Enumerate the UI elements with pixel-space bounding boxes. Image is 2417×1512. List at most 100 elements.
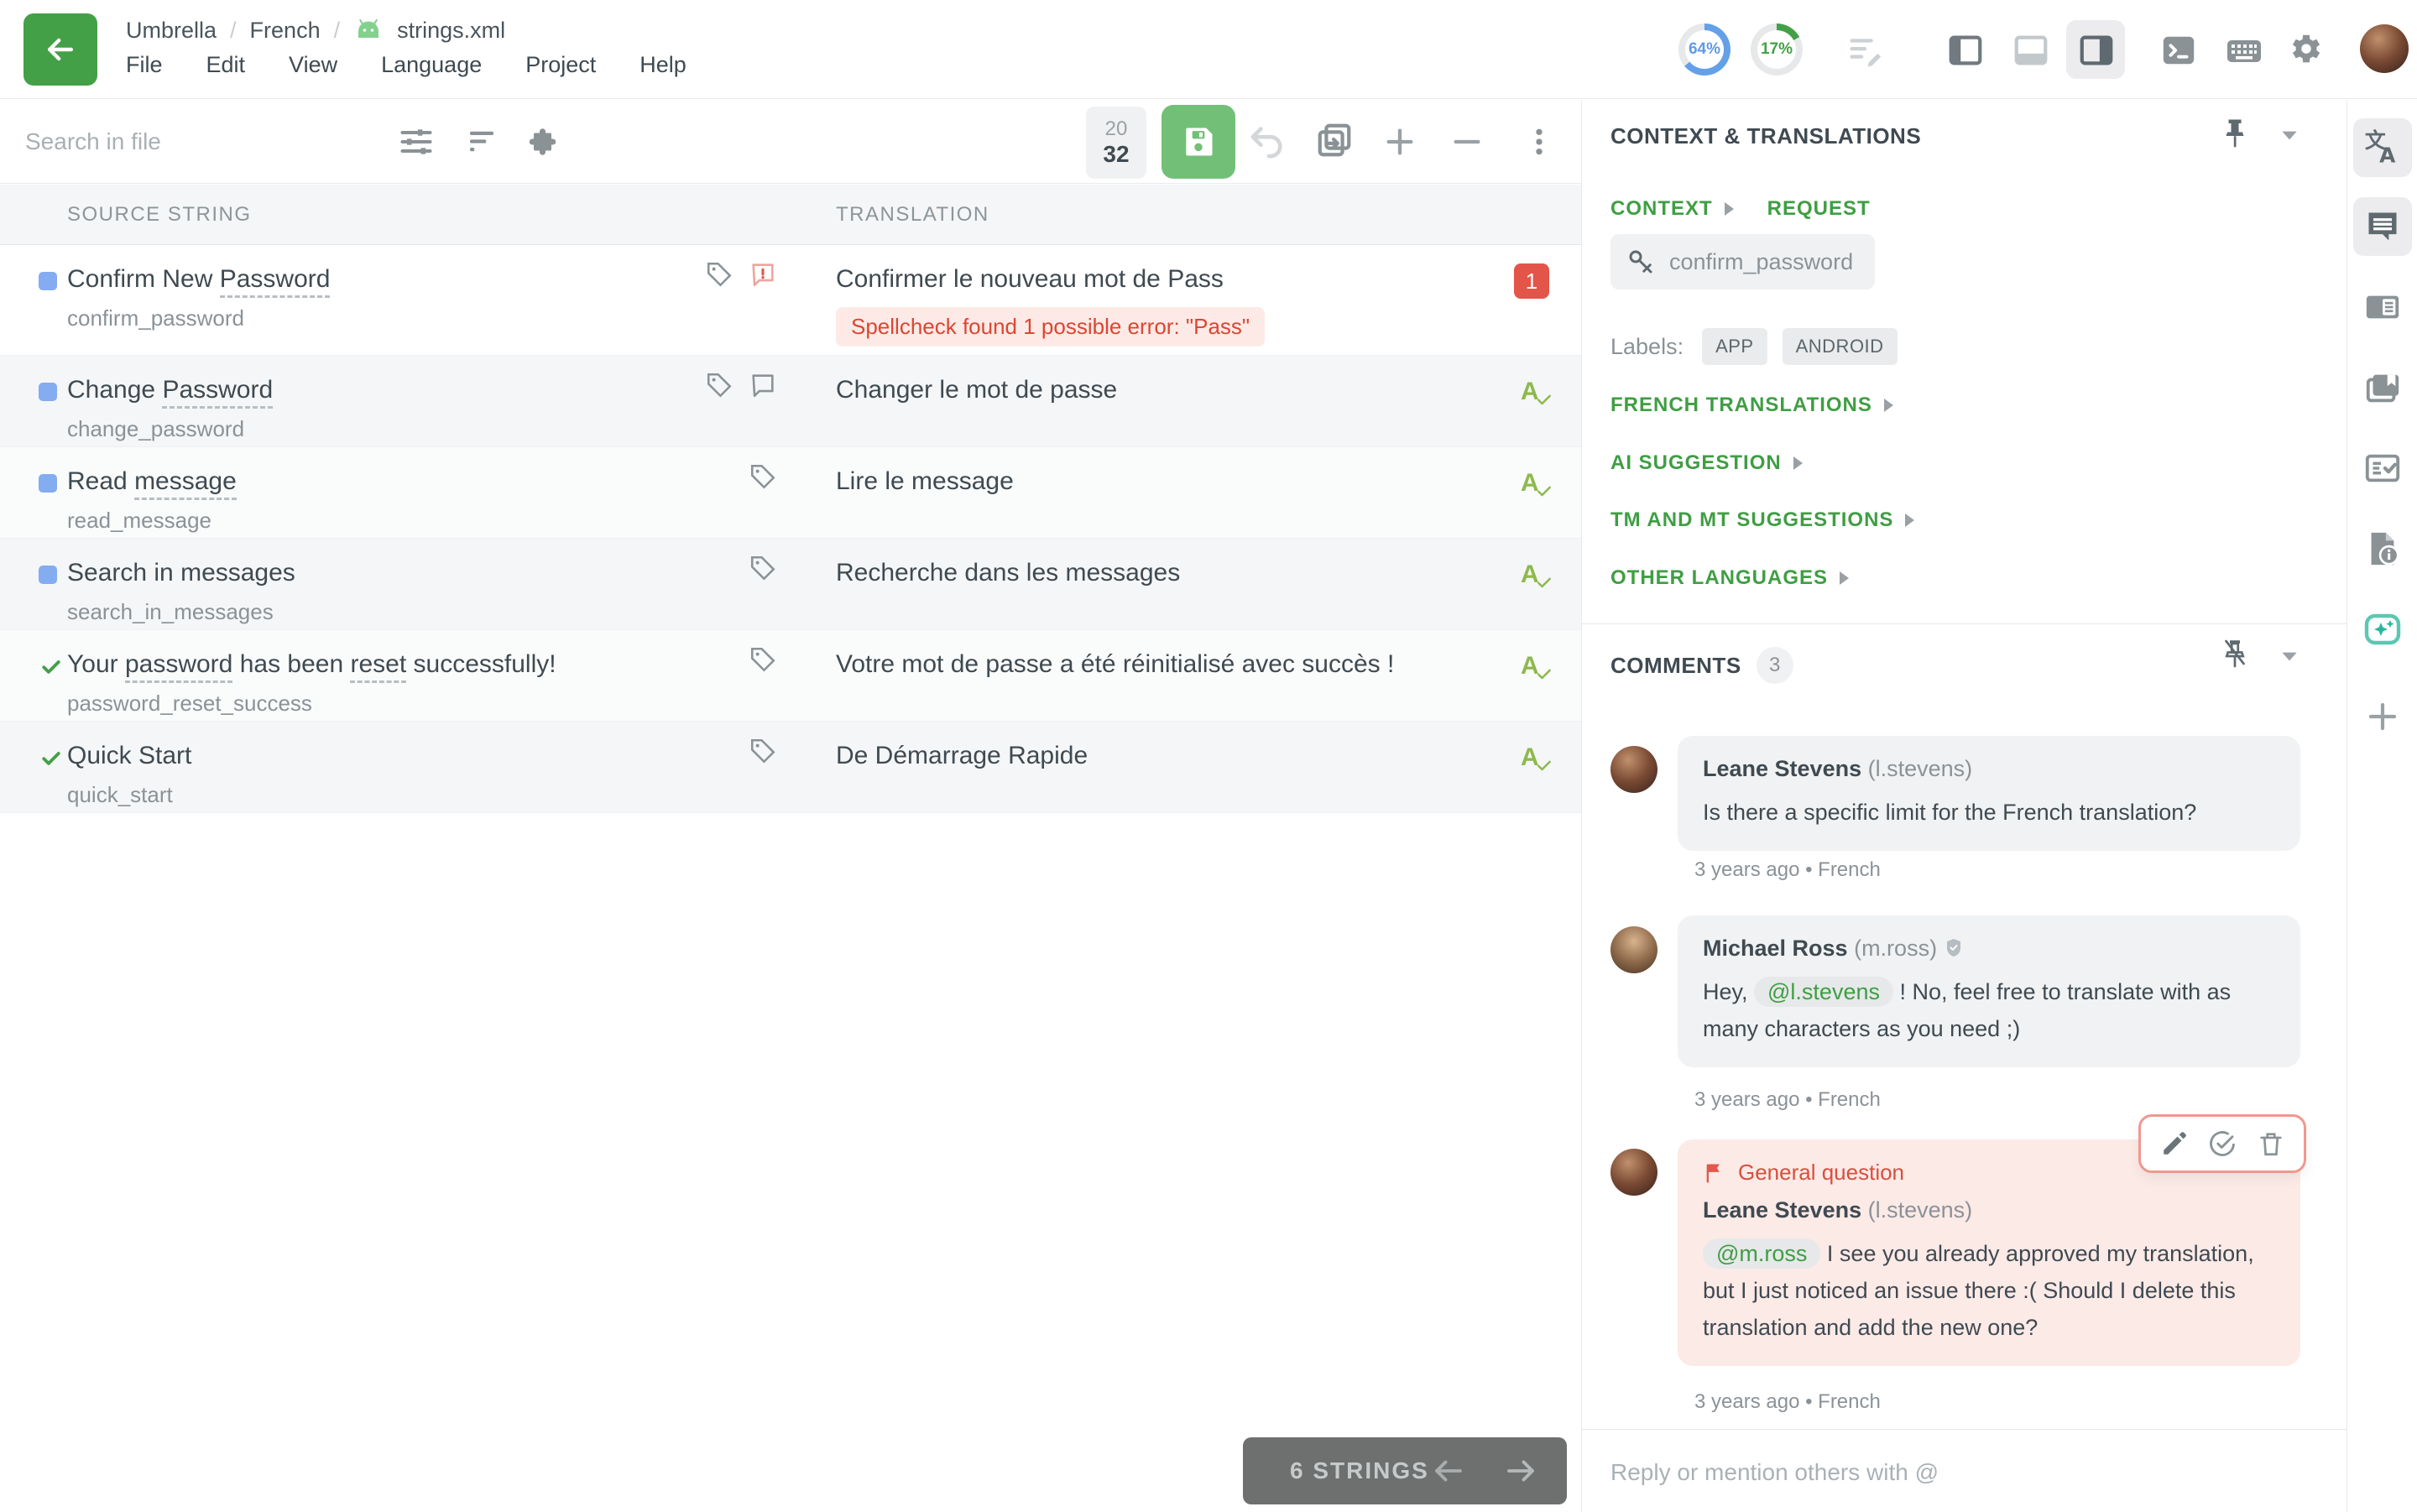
prev-page-icon[interactable] <box>1431 1453 1466 1489</box>
tag-icon[interactable] <box>749 462 777 491</box>
menu-file[interactable]: File <box>126 52 163 78</box>
gear-icon[interactable] <box>2286 30 2326 70</box>
chevron-right-icon <box>1793 456 1803 470</box>
spellcheck-error: Spellcheck found 1 possible error: "Pass… <box>836 307 1265 347</box>
menu-view[interactable]: View <box>289 52 337 78</box>
breadcrumb-file[interactable]: strings.xml <box>397 18 505 44</box>
breadcrumb-project[interactable]: Umbrella <box>126 18 217 44</box>
back-button[interactable] <box>23 13 97 86</box>
comments-icon[interactable] <box>2353 197 2412 256</box>
section-other-languages[interactable]: OTHER LANGUAGES <box>1610 566 1849 590</box>
tab-request[interactable]: REQUEST <box>1767 197 1871 221</box>
approved-spellcheck-icon: A <box>1521 743 1559 782</box>
column-translation: TRANSLATION <box>836 203 989 227</box>
comment-text: Hey, @l.stevens ! No, feel free to trans… <box>1703 973 2275 1047</box>
menu-help[interactable]: Help <box>639 52 686 78</box>
puzzle-icon[interactable] <box>524 120 567 164</box>
mention-link[interactable]: @m.ross <box>1703 1238 1820 1269</box>
table-header: SOURCE STRING TRANSLATION <box>0 185 1581 245</box>
tag-icon[interactable] <box>749 737 777 765</box>
layout-right-icon[interactable] <box>2076 30 2117 70</box>
strings-count-label: 6 STRINGS <box>1290 1457 1429 1484</box>
context-card-icon[interactable] <box>2353 278 2412 336</box>
compose-icon[interactable] <box>1845 30 1885 70</box>
string-row-confirm-password[interactable]: Confirm New Password confirm_password Co… <box>0 245 1581 356</box>
undo-icon[interactable] <box>1245 118 1289 162</box>
comment-icon[interactable] <box>749 371 777 399</box>
avatar <box>1610 1149 1657 1196</box>
pencil-icon <box>2160 1129 2189 1158</box>
label-android[interactable]: ANDROID <box>1783 328 1898 365</box>
collapse-chevron-icon[interactable] <box>2279 128 2300 148</box>
comment-alert-icon[interactable] <box>749 260 777 289</box>
status-in-progress-icon <box>39 272 57 295</box>
translated-progress-ring[interactable]: 64% <box>1678 23 1731 76</box>
section-french-translations[interactable]: FRENCH TRANSLATIONS <box>1610 394 1893 417</box>
duplicate-icon[interactable] <box>1313 118 1356 162</box>
comment[interactable]: Leane Stevens (l.stevens) Is there a spe… <box>1678 736 2300 851</box>
collapse-chevron-icon[interactable] <box>2279 649 2300 669</box>
file-info-icon[interactable] <box>2353 519 2412 578</box>
filter-icon[interactable] <box>460 120 504 164</box>
labels-row: Labels: APP ANDROID <box>1610 328 1898 365</box>
comment-flagged[interactable]: General question Leane Stevens (l.steven… <box>1678 1139 2300 1366</box>
pages-icon[interactable] <box>2353 358 2412 417</box>
comment-author: Leane Stevens (l.stevens) <box>1703 1197 2275 1223</box>
sliders-icon[interactable] <box>394 120 438 164</box>
approved-progress-ring[interactable]: 17% <box>1751 23 1803 76</box>
minus-icon[interactable] <box>1445 120 1489 164</box>
tag-icon[interactable] <box>705 371 733 399</box>
next-page-icon[interactable] <box>1503 1453 1538 1489</box>
string-key: change_password <box>67 416 244 442</box>
string-row-change-password[interactable]: Change Password change_password Changer … <box>0 356 1581 447</box>
issue-count-badge[interactable]: 1 <box>1514 263 1549 299</box>
label-app[interactable]: APP <box>1702 328 1767 365</box>
translate-icon[interactable]: 文A <box>2353 118 2412 177</box>
unpin-icon[interactable] <box>2220 637 2250 675</box>
string-key-pill[interactable]: confirm_password <box>1610 234 1875 289</box>
comment[interactable]: Michael Ross (m.ross) Hey, @l.stevens ! … <box>1678 915 2300 1067</box>
breadcrumb-language[interactable]: French <box>250 18 321 44</box>
comment-text: @m.ross I see you already approved my tr… <box>1703 1235 2275 1346</box>
tag-icon[interactable] <box>749 645 777 674</box>
menu-language[interactable]: Language <box>381 52 482 78</box>
add-panel-icon[interactable] <box>2353 687 2412 746</box>
string-row-read-message[interactable]: Read message read_message Lire le messag… <box>0 447 1581 539</box>
section-ai-suggestion[interactable]: AI SUGGESTION <box>1610 451 1803 475</box>
reply-input[interactable] <box>1610 1452 2299 1494</box>
tab-context[interactable]: CONTEXT <box>1610 197 1713 221</box>
string-key: read_message <box>67 508 211 534</box>
comments-count-badge: 3 <box>1757 647 1793 684</box>
kebab-icon[interactable] <box>1517 120 1561 164</box>
string-row-search-in-messages[interactable]: Search in messages search_in_messages Re… <box>0 539 1581 630</box>
layout-left-icon[interactable] <box>1945 30 1986 70</box>
resolve-comment-button[interactable] <box>2207 1129 2237 1159</box>
status-in-progress-icon <box>39 566 57 588</box>
ai-sparkle-icon[interactable] <box>2353 600 2412 659</box>
menu-project[interactable]: Project <box>525 52 596 78</box>
section-tm-mt-suggestions[interactable]: TM AND MT SUGGESTIONS <box>1610 508 1914 532</box>
terminal-icon[interactable] <box>2159 30 2199 70</box>
mention-link[interactable]: @l.stevens <box>1754 977 1893 1007</box>
string-row-quick-start[interactable]: Quick Start quick_start De Démarrage Rap… <box>0 722 1581 813</box>
user-avatar[interactable] <box>2360 24 2409 73</box>
edit-comment-button[interactable] <box>2160 1129 2189 1158</box>
keyboard-icon[interactable] <box>2224 30 2264 70</box>
strings-pagination[interactable]: 6 STRINGS <box>1243 1437 1567 1504</box>
string-row-password-reset-success[interactable]: Your password has been reset successfull… <box>0 630 1581 722</box>
editor-toolbar: 20 32 <box>0 100 1581 184</box>
delete-comment-button[interactable] <box>2257 1129 2285 1158</box>
checklist-icon[interactable] <box>2353 439 2412 498</box>
plus-icon[interactable] <box>1378 120 1422 164</box>
string-counter[interactable]: 20 32 <box>1086 107 1146 179</box>
menu-edit[interactable]: Edit <box>206 52 246 78</box>
translation-text: Changer le mot de passe <box>836 376 1117 404</box>
save-button[interactable] <box>1162 105 1235 179</box>
search-input[interactable] <box>25 120 378 164</box>
pin-icon[interactable] <box>2220 117 2250 154</box>
layout-bottom-icon[interactable] <box>2011 30 2051 70</box>
tag-icon[interactable] <box>705 260 733 289</box>
panel-divider <box>1582 623 2347 624</box>
tag-icon[interactable] <box>749 554 777 582</box>
android-icon <box>353 18 384 43</box>
